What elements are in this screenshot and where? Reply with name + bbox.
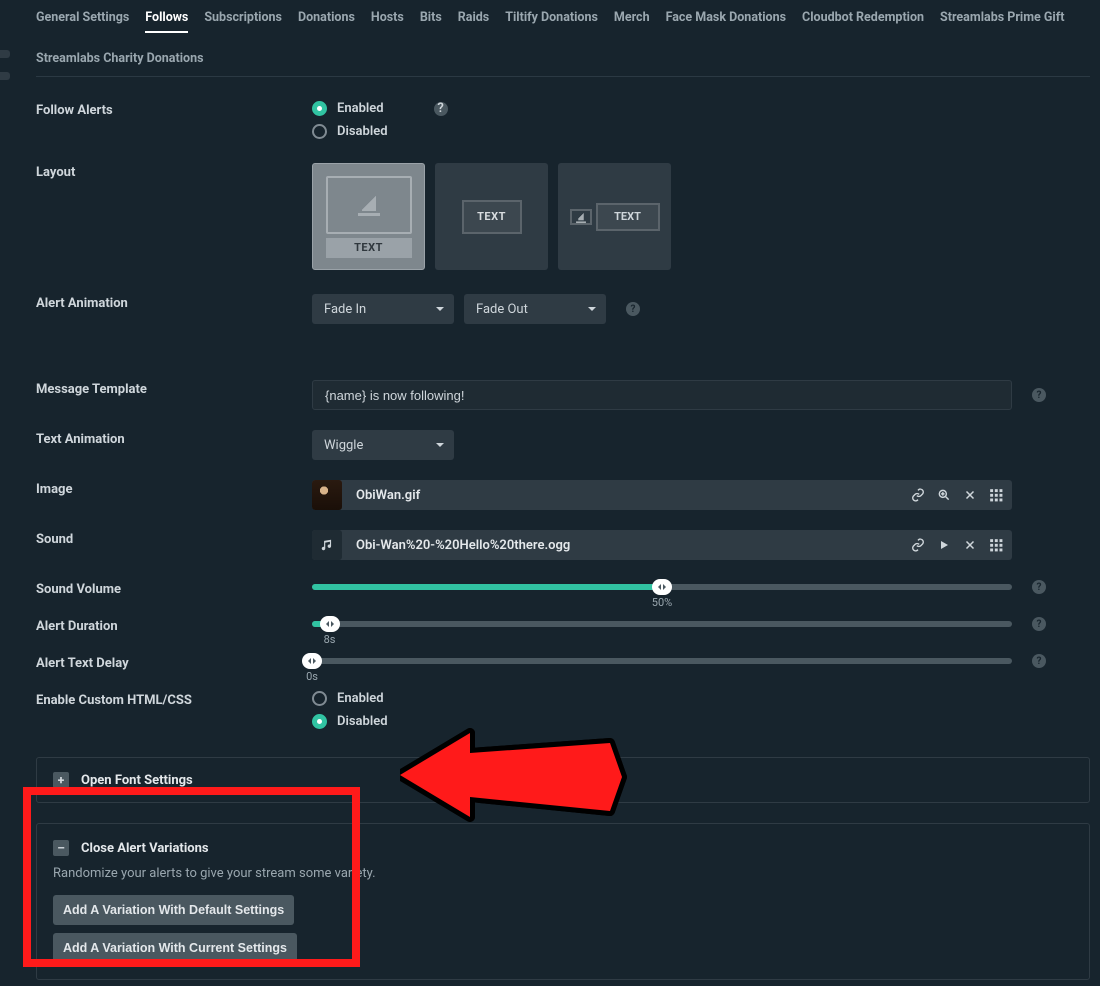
alert-variations-panel: – Close Alert Variations Randomize your … (36, 823, 1090, 980)
help-icon[interactable]: ? (626, 302, 640, 316)
delay-value: 0s (306, 670, 318, 683)
label-alert-duration: Alert Duration (36, 617, 312, 634)
add-variation-current-button[interactable]: Add A Variation With Current Settings (53, 933, 297, 963)
help-icon[interactable]: ? (1032, 617, 1046, 631)
close-icon[interactable] (962, 537, 978, 553)
layout-image-top[interactable]: TEXT (312, 163, 425, 270)
grid-icon[interactable] (988, 537, 1004, 553)
layout-text-token: TEXT (596, 203, 660, 231)
label-alert-text-delay: Alert Text Delay (36, 654, 312, 671)
label-message-template: Message Template (36, 380, 312, 397)
help-icon[interactable]: ? (434, 102, 448, 116)
label-follow-alerts: Follow Alerts (36, 101, 312, 118)
select-anim-in[interactable]: Fade In (312, 294, 454, 324)
music-icon (312, 530, 342, 560)
minus-icon: – (53, 840, 69, 856)
duration-value: 8s (324, 633, 336, 646)
radio-disabled-label: Disabled (337, 124, 388, 139)
duration-slider[interactable]: 8s (312, 621, 1012, 627)
tab-subscriptions[interactable]: Subscriptions (204, 8, 282, 33)
message-template-input[interactable] (312, 380, 1012, 410)
layout-image-left[interactable]: TEXT (558, 163, 671, 270)
plus-icon: + (53, 772, 69, 788)
tab-merch[interactable]: Merch (614, 8, 650, 33)
radio-enabled[interactable]: Enabled ? (312, 101, 448, 116)
close-icon[interactable] (962, 487, 978, 503)
label-sound-volume: Sound Volume (36, 580, 312, 597)
font-settings-title: Open Font Settings (81, 773, 193, 788)
label-layout: Layout (36, 163, 312, 180)
tab-face-mask-donations[interactable]: Face Mask Donations (666, 8, 786, 33)
follow-alerts-radios: Enabled ? Disabled (312, 101, 448, 139)
tab-donations[interactable]: Donations (298, 8, 355, 33)
custom-html-disabled[interactable]: Disabled (312, 714, 388, 729)
grid-icon[interactable] (988, 487, 1004, 503)
tab-general-settings[interactable]: General Settings (36, 8, 129, 33)
help-icon[interactable]: ? (1032, 654, 1046, 668)
tab-cloudbot-redemption[interactable]: Cloudbot Redemption (802, 8, 924, 33)
font-settings-panel: + Open Font Settings (36, 757, 1090, 803)
tab-streamlabs-prime-gift[interactable]: Streamlabs Prime Gift (940, 8, 1064, 33)
label-text-animation: Text Animation (36, 430, 312, 447)
tab-raids[interactable]: Raids (458, 8, 489, 33)
layout-text-token: TEXT (326, 238, 412, 258)
custom-html-enabled[interactable]: Enabled (312, 691, 388, 706)
image-thumb (312, 480, 342, 510)
label-sound: Sound (36, 530, 312, 547)
help-icon[interactable]: ? (1032, 388, 1046, 402)
tab-follows[interactable]: Follows (145, 8, 188, 33)
volume-value: 50% (652, 596, 672, 609)
zoom-icon[interactable] (936, 487, 952, 503)
help-icon[interactable]: ? (1032, 580, 1046, 594)
image-filename: ObiWan.gif (350, 488, 910, 503)
variations-title: Close Alert Variations (81, 841, 209, 856)
settings-tabs: General Settings Follows Subscriptions Dona… (36, 8, 1090, 77)
select-text-animation[interactable]: Wiggle (312, 430, 454, 460)
label-alert-animation: Alert Animation (36, 294, 312, 311)
sound-filename: Obi-Wan%20-%20Hello%20there.ogg (350, 538, 910, 553)
tab-tiltify-donations[interactable]: Tiltify Donations (505, 8, 598, 33)
tab-streamlabs-charity-donations[interactable]: Streamlabs Charity Donations (36, 49, 204, 68)
radio-disabled[interactable]: Disabled (312, 124, 448, 139)
tab-bits[interactable]: Bits (420, 8, 442, 33)
delay-slider[interactable]: 0s (312, 658, 1012, 664)
settings-panel: General Settings Follows Subscriptions Dona… (0, 0, 1100, 980)
variations-description: Randomize your alerts to give your strea… (53, 866, 1073, 881)
left-drawer-handle[interactable] (0, 50, 10, 80)
sound-file-row: Obi-Wan%20-%20Hello%20there.ogg (312, 530, 1012, 560)
play-icon[interactable] (936, 537, 952, 553)
open-font-settings-toggle[interactable]: + Open Font Settings (53, 772, 1073, 788)
close-alert-variations-toggle[interactable]: – Close Alert Variations (53, 840, 1073, 856)
label-custom-html: Enable Custom HTML/CSS (36, 691, 312, 708)
add-variation-default-button[interactable]: Add A Variation With Default Settings (53, 895, 294, 925)
radio-enabled-label: Enabled (337, 101, 384, 116)
tab-hosts[interactable]: Hosts (371, 8, 404, 33)
label-image: Image (36, 480, 312, 497)
image-file-row: ObiWan.gif (312, 480, 1012, 510)
link-icon[interactable] (910, 487, 926, 503)
volume-slider[interactable]: 50% (312, 584, 1012, 590)
layout-text-token: TEXT (462, 200, 522, 234)
layout-text-only[interactable]: TEXT (435, 163, 548, 270)
select-anim-out[interactable]: Fade Out (464, 294, 606, 324)
link-icon[interactable] (910, 537, 926, 553)
